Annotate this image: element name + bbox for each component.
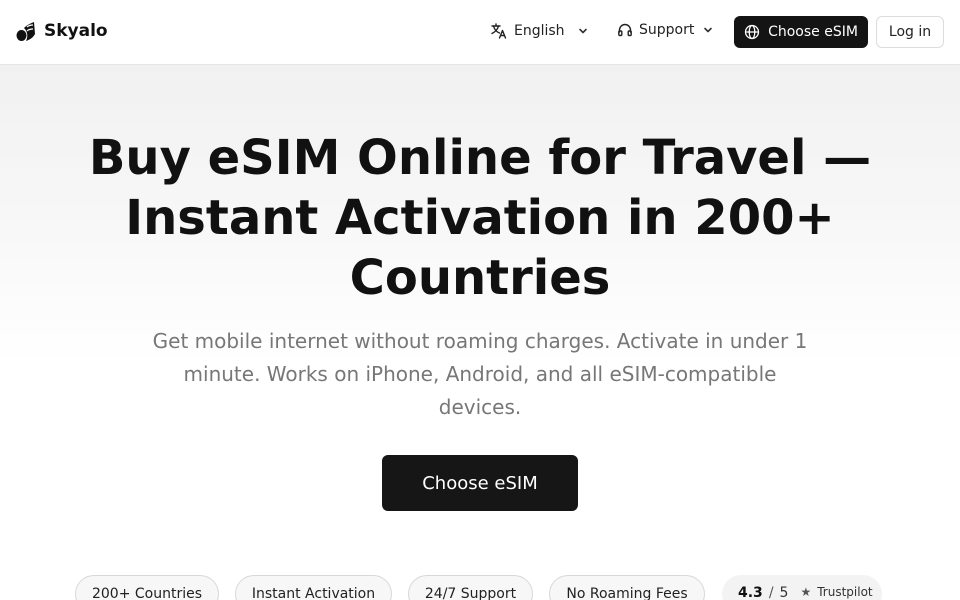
support-label: Support (639, 22, 695, 38)
feature-pill: 24/7 Support (408, 575, 533, 600)
feature-pill: 200+ Countries (75, 575, 219, 600)
rating-value: 4.3 (738, 585, 763, 600)
choose-esim-cta-button[interactable]: Choose eSIM (382, 455, 578, 511)
star-icon: ★ (800, 585, 812, 599)
language-label: English (514, 23, 565, 39)
signal-logo-icon (16, 20, 36, 42)
hero-title: Buy eSIM Online for Travel — Instant Act… (88, 130, 872, 306)
brand-link[interactable]: Skyalo (16, 20, 108, 42)
rating-max: 5 (779, 585, 789, 600)
chevron-down-icon (577, 25, 589, 37)
chevron-down-icon (702, 24, 714, 36)
feature-pill: Instant Activation (235, 575, 392, 600)
choose-esim-header-button[interactable]: Choose eSIM (734, 16, 868, 48)
language-selector[interactable]: English (490, 22, 589, 40)
translate-icon (490, 22, 508, 40)
site-header: Skyalo English Support Choose eSIM Log i… (0, 0, 960, 65)
login-button[interactable]: Log in (876, 16, 944, 48)
brand-name: Skyalo (44, 21, 108, 41)
rating-badge[interactable]: 4.3 / 5 ★ Trustpilot (722, 575, 882, 600)
rating-separator: / (768, 585, 774, 600)
headset-icon (617, 22, 633, 38)
feature-pills: 200+ Countries Instant Activation 24/7 S… (0, 575, 960, 600)
rating-source: Trustpilot (817, 585, 873, 599)
feature-pill: No Roaming Fees (549, 575, 705, 600)
hero-subtitle: Get mobile internet without roaming char… (152, 329, 808, 419)
support-menu[interactable]: Support (617, 22, 714, 38)
choose-esim-header-label: Choose eSIM (768, 24, 858, 40)
globe-icon (744, 24, 760, 40)
